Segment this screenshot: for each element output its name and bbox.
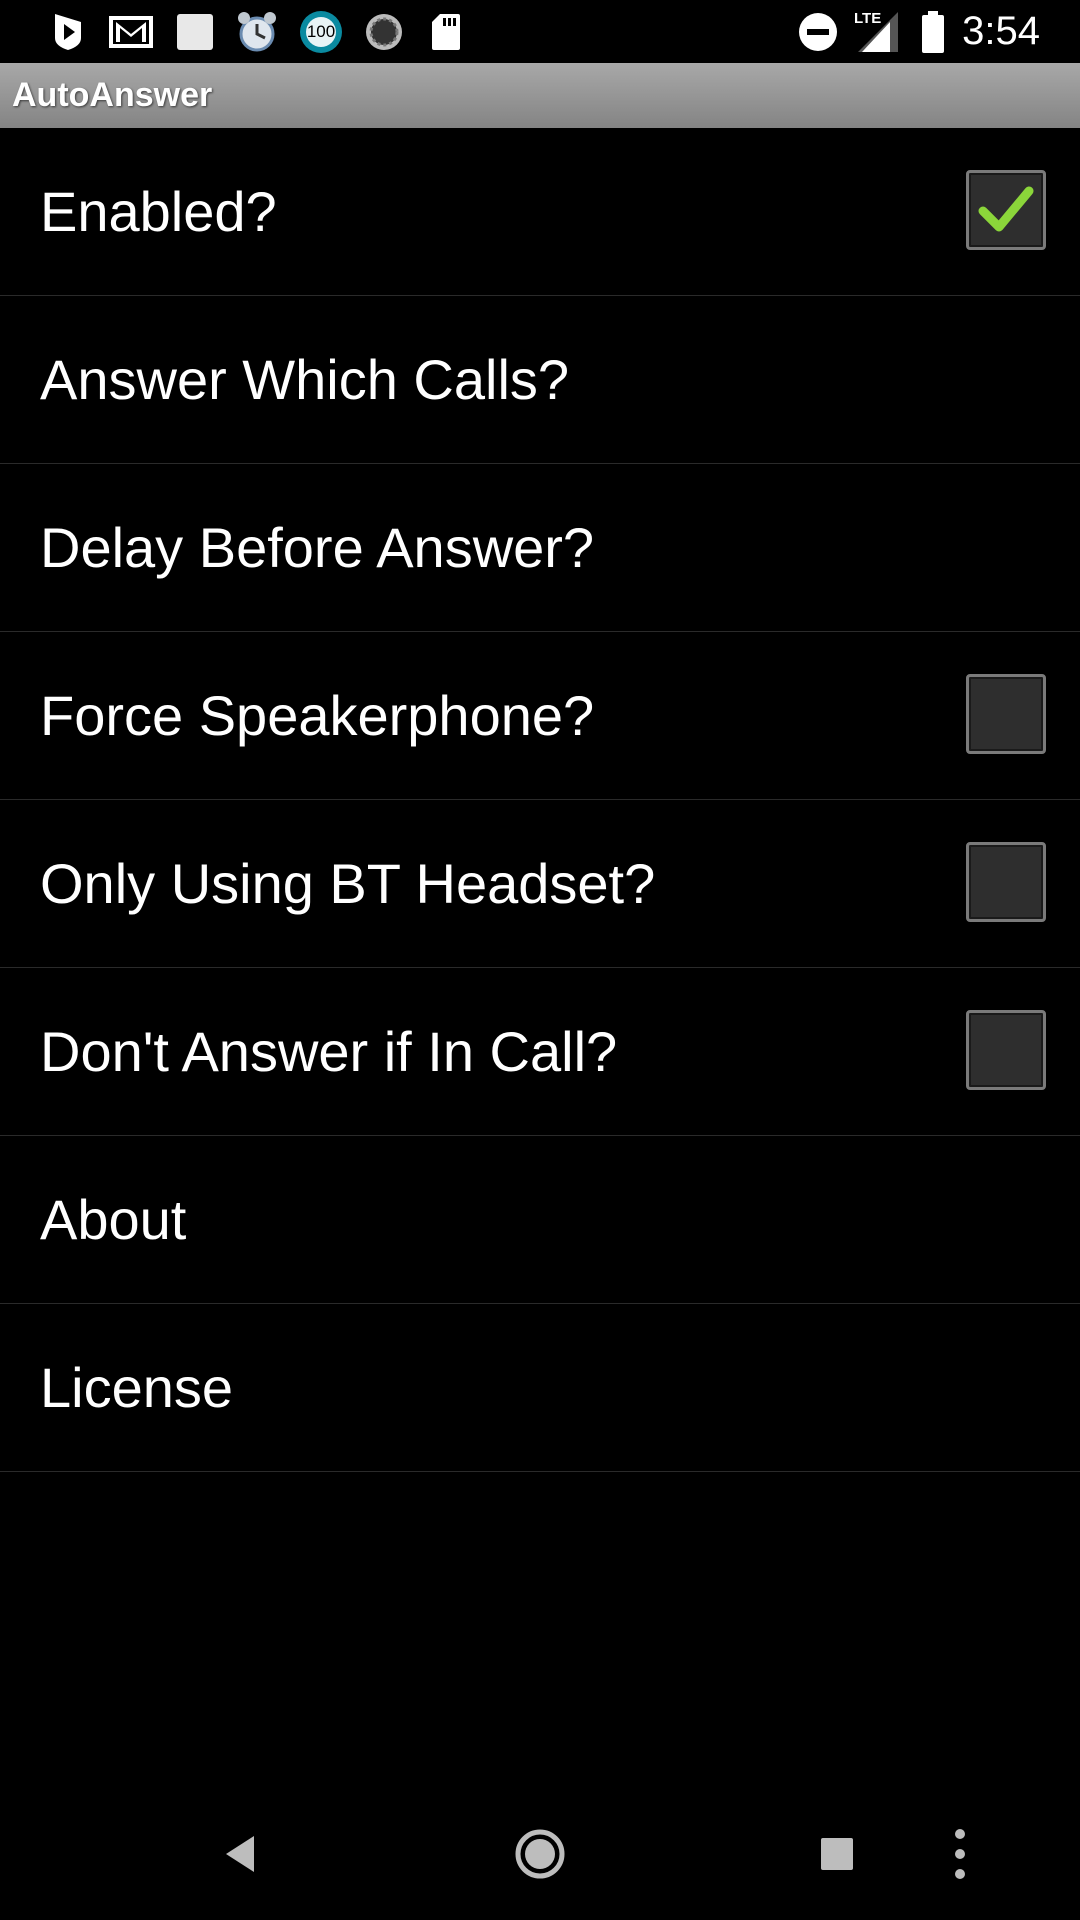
pref-delay-before-answer[interactable]: Delay Before Answer? [0, 464, 1080, 632]
bt-headset-checkbox[interactable] [966, 842, 1046, 922]
dont-answer-in-call-checkbox[interactable] [966, 1010, 1046, 1090]
square-icon [175, 0, 215, 63]
battery-icon [918, 0, 948, 63]
home-icon [515, 1829, 565, 1879]
overflow-menu-button[interactable] [940, 1788, 980, 1920]
app-title: AutoAnswer [12, 76, 213, 114]
back-icon [226, 1836, 254, 1872]
pref-label: Don't Answer if In Call? [40, 1020, 618, 1083]
app-title-bar: AutoAnswer [0, 63, 1080, 128]
loading-icon [362, 0, 406, 63]
overflow-menu-icon [955, 1829, 965, 1879]
pref-dont-answer-if-in-call[interactable]: Don't Answer if In Call? [0, 968, 1080, 1136]
preference-list: Enabled? Answer Which Calls? Delay Befor… [0, 128, 1080, 1472]
battery-badge-icon: 100 [298, 0, 344, 63]
pref-license[interactable]: License [0, 1304, 1080, 1472]
pref-answer-which-calls[interactable]: Answer Which Calls? [0, 296, 1080, 464]
pref-label: License [40, 1356, 234, 1419]
pref-enabled[interactable]: Enabled? [0, 128, 1080, 296]
play-store-icon [48, 0, 88, 63]
do-not-disturb-icon [798, 0, 838, 63]
pref-only-using-bt-headset[interactable]: Only Using BT Headset? [0, 800, 1080, 968]
gmail-icon [108, 0, 154, 63]
recents-button[interactable] [812, 1788, 862, 1920]
pref-label: About [40, 1188, 187, 1251]
pref-label: Answer Which Calls? [40, 348, 570, 411]
status-clock: 3:54 [962, 9, 1040, 53]
network-type-label: LTE [854, 10, 882, 27]
recents-icon [821, 1838, 853, 1870]
enabled-checkbox[interactable] [966, 170, 1046, 250]
back-button[interactable] [210, 1788, 270, 1920]
pref-label: Delay Before Answer? [40, 516, 595, 579]
pref-label: Only Using BT Headset? [40, 852, 656, 915]
navigation-bar [0, 1788, 1080, 1920]
battery-badge-text: 100 [306, 21, 336, 41]
home-button[interactable] [508, 1788, 572, 1920]
status-bar: 100 LTE 3:54 [0, 0, 1080, 63]
signal-icon: LTE [852, 0, 900, 63]
pref-force-speakerphone[interactable]: Force Speakerphone? [0, 632, 1080, 800]
alarm-icon [235, 0, 279, 63]
checkmark-icon [978, 186, 1034, 232]
pref-label: Enabled? [40, 180, 277, 243]
pref-label: Force Speakerphone? [40, 684, 595, 747]
pref-about[interactable]: About [0, 1136, 1080, 1304]
sd-card-icon [428, 0, 464, 63]
force-speakerphone-checkbox[interactable] [966, 674, 1046, 754]
